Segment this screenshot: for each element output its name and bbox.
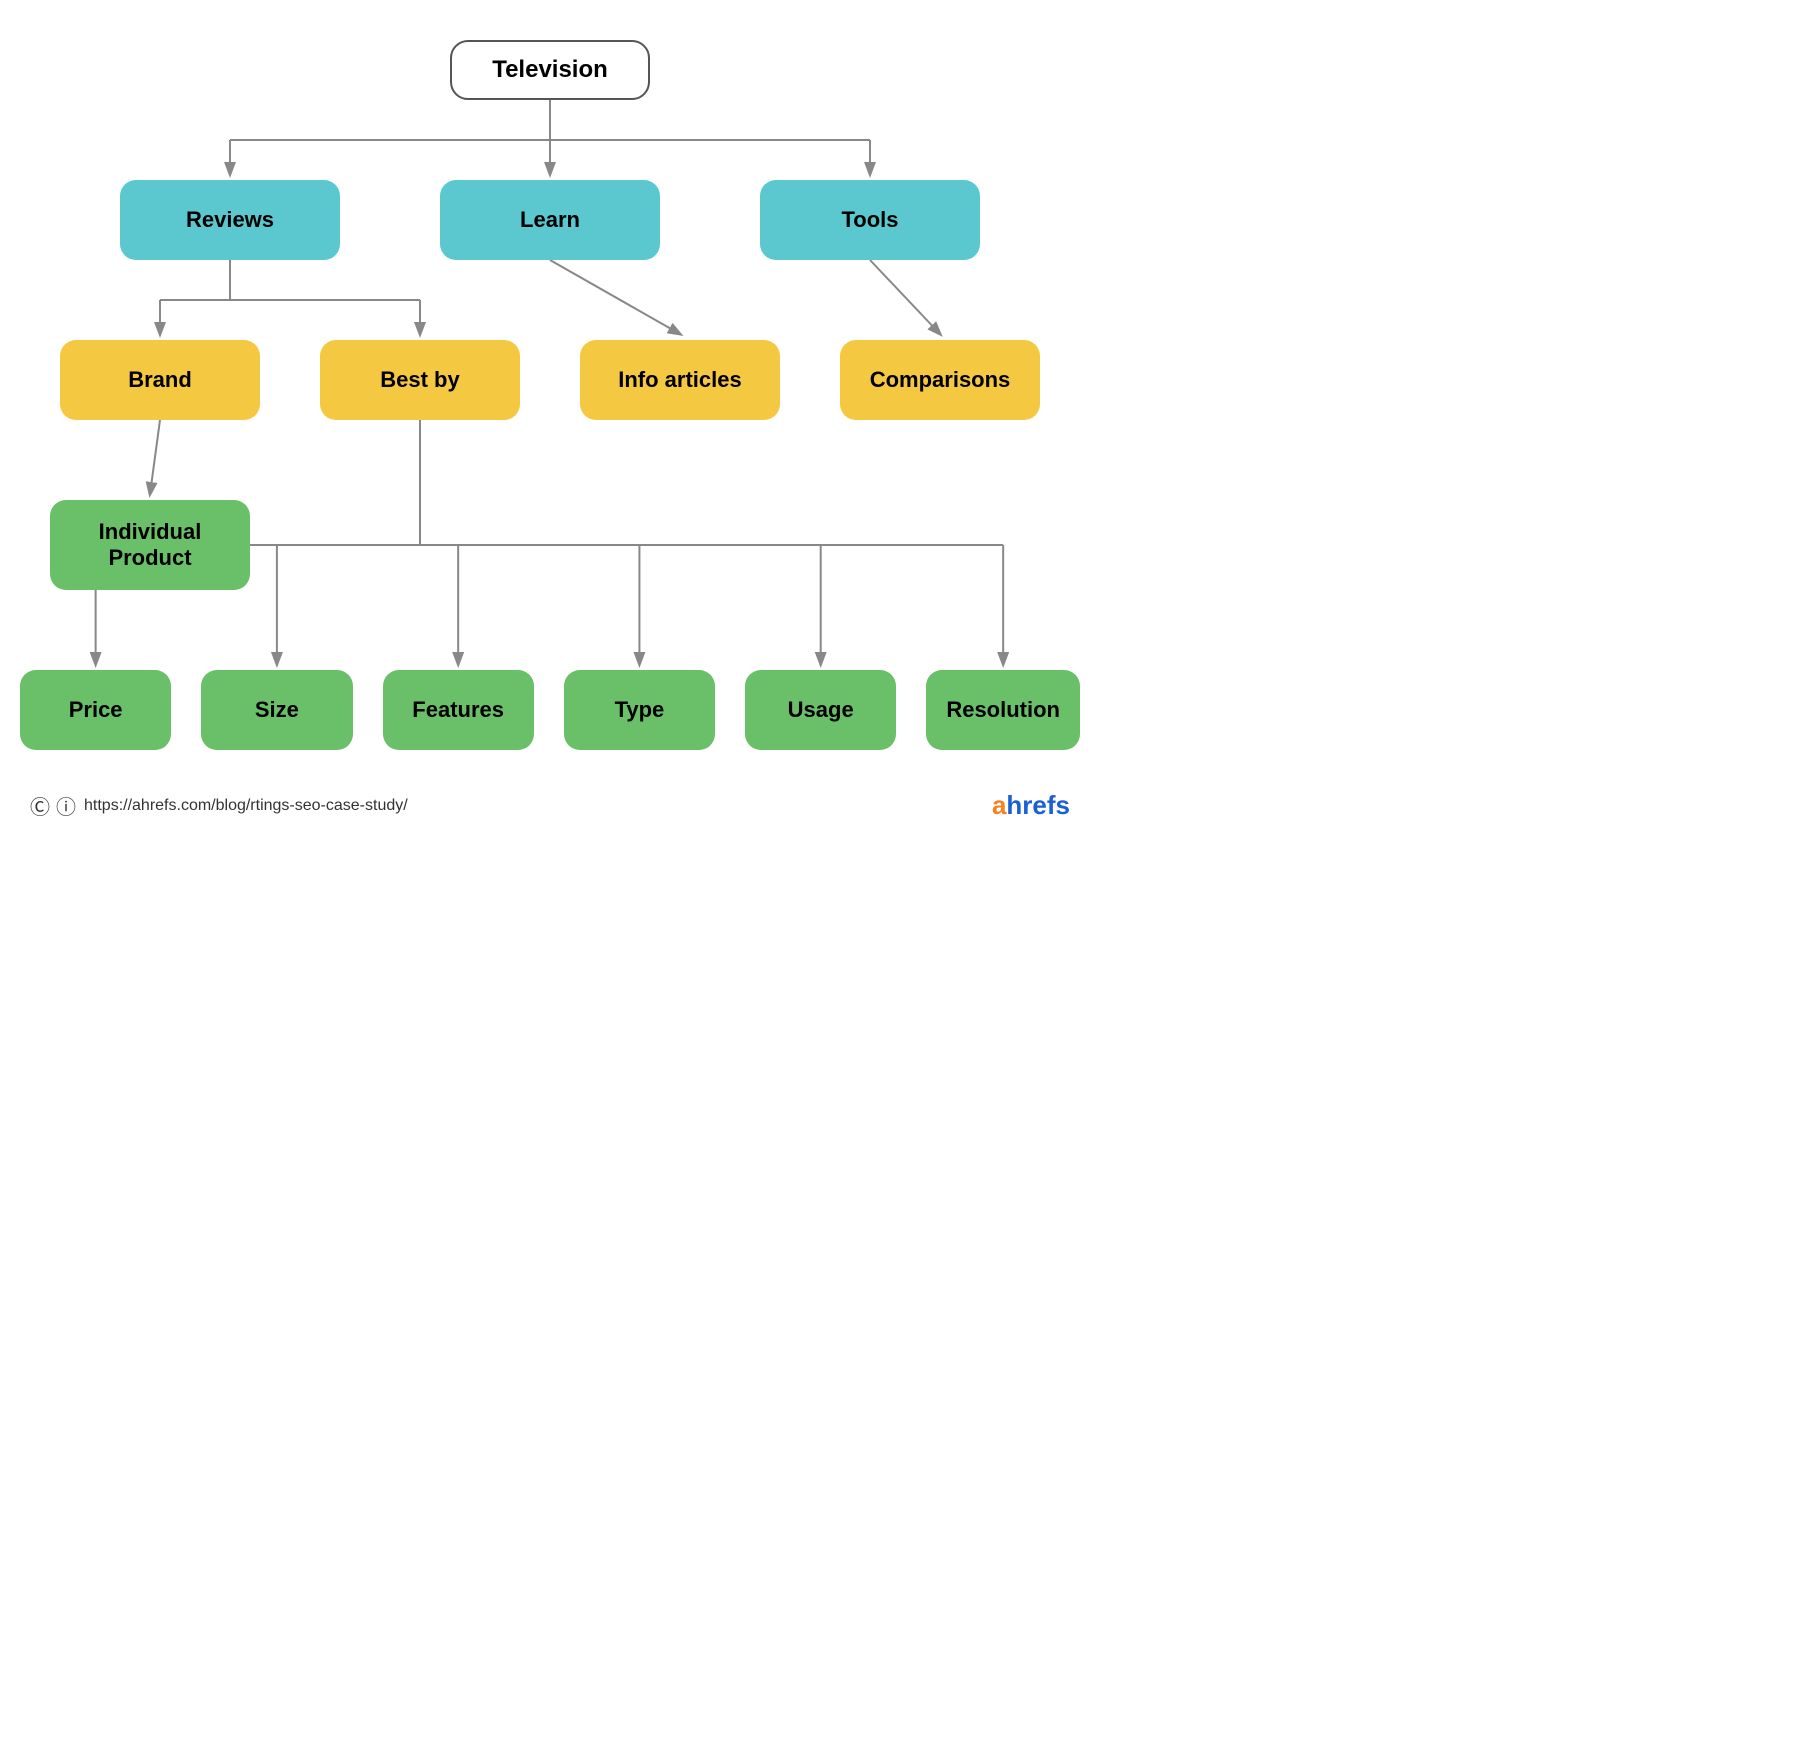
size-label: Size: [255, 697, 299, 723]
price-node: Price: [20, 670, 171, 750]
individual-node: Individual Product: [50, 500, 250, 590]
info-circle-icon: ⓘ: [56, 791, 76, 820]
television-node: Television: [450, 40, 650, 100]
footer-icons: Ⓒ ⓘ: [30, 791, 76, 820]
footer-url: https://ahrefs.com/blog/rtings-seo-case-…: [84, 797, 408, 815]
reviews-node: Reviews: [120, 180, 340, 260]
ahrefs-a: a: [992, 790, 1006, 820]
learn-node: Learn: [440, 180, 660, 260]
features-node: Features: [383, 670, 534, 750]
type-node: Type: [564, 670, 715, 750]
tools-label: Tools: [841, 207, 898, 233]
price-label: Price: [69, 697, 123, 723]
info-node: Info articles: [580, 340, 780, 420]
reviews-label: Reviews: [186, 207, 274, 233]
cc-icon: Ⓒ: [30, 791, 50, 820]
type-label: Type: [615, 697, 665, 723]
info-label: Info articles: [618, 367, 741, 393]
individual-label: Individual Product: [70, 519, 230, 571]
usage-label: Usage: [788, 697, 854, 723]
usage-node: Usage: [745, 670, 896, 750]
ahrefs-logo: ahrefs: [992, 790, 1070, 821]
comparisons-label: Comparisons: [870, 367, 1011, 393]
bestby-node: Best by: [320, 340, 520, 420]
television-label: Television: [492, 56, 608, 84]
brand-node: Brand: [60, 340, 260, 420]
tools-node: Tools: [760, 180, 980, 260]
comparisons-node: Comparisons: [840, 340, 1040, 420]
footer: Ⓒ ⓘ https://ahrefs.com/blog/rtings-seo-c…: [20, 790, 1080, 821]
bestby-label: Best by: [380, 367, 459, 393]
resolution-label: Resolution: [946, 697, 1060, 723]
features-label: Features: [412, 697, 504, 723]
footer-left: Ⓒ ⓘ https://ahrefs.com/blog/rtings-seo-c…: [30, 791, 408, 820]
ahrefs-rest: hrefs: [1006, 790, 1070, 820]
brand-label: Brand: [128, 367, 192, 393]
size-node: Size: [201, 670, 352, 750]
learn-label: Learn: [520, 207, 580, 233]
resolution-node: Resolution: [926, 670, 1080, 750]
